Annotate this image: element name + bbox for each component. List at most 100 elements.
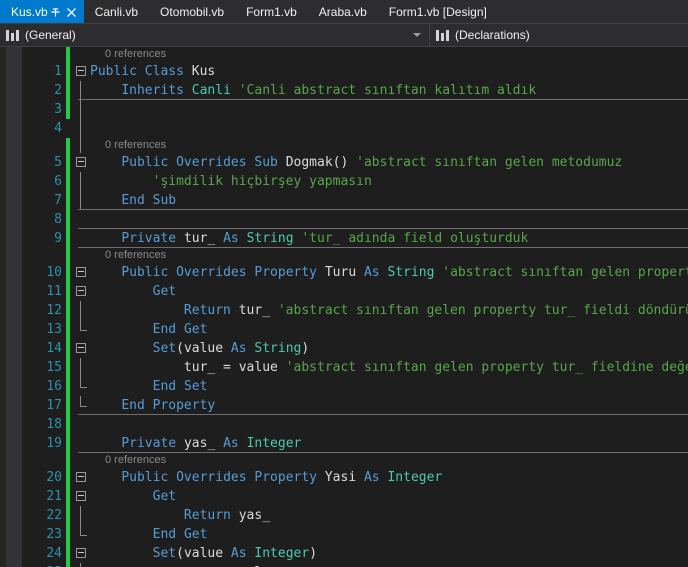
code-line[interactable]: 19 Private yas_ As Integer <box>0 434 688 453</box>
collapse-toggle-icon[interactable] <box>76 472 86 482</box>
editor-tab-form1-vb-design[interactable]: Form1.vb [Design] <box>378 0 498 24</box>
code-line[interactable]: 7 End Sub <box>0 191 688 210</box>
editor-tab-otomobil-vb[interactable]: Otomobil.vb <box>149 0 235 24</box>
code-line[interactable]: 9 Private tur_ As String 'tur_ adında fi… <box>0 229 688 248</box>
code-token: yas_ <box>183 436 216 451</box>
outlining-vertical-line <box>80 172 81 191</box>
close-icon[interactable] <box>64 0 80 24</box>
codelens-references-link[interactable]: 0 references <box>105 138 166 153</box>
code-line[interactable]: 21 Get <box>0 487 688 506</box>
codelens-row[interactable]: 0 references <box>0 248 688 263</box>
code-line[interactable]: 17 End Property <box>0 396 688 415</box>
code-line-text: End Sub <box>90 191 688 210</box>
collapse-toggle-icon[interactable] <box>76 548 86 558</box>
collapse-toggle-icon[interactable] <box>76 491 86 501</box>
editor-tab-kus-vb[interactable]: Kus.vb <box>0 0 84 24</box>
collapse-toggle-icon[interactable] <box>76 157 86 167</box>
code-line[interactable]: 12 Return tur_ 'abstract sınıftan gelen … <box>0 301 688 320</box>
code-line[interactable]: 14 Set(value As String) <box>0 339 688 358</box>
line-number: 7 <box>54 193 62 208</box>
code-token: 'abstract sınıftan gelen property tur_ f… <box>285 360 688 375</box>
class-type-dropdown[interactable]: (General) <box>0 24 430 46</box>
codelens-references-link[interactable]: 0 references <box>105 248 166 263</box>
outlining-vertical-line <box>80 119 81 138</box>
pin-icon[interactable] <box>48 0 64 24</box>
editor-tab-form1-vb[interactable]: Form1.vb <box>235 0 308 24</box>
code-token: Kus <box>191 64 216 79</box>
member-dropdown[interactable]: (Declarations) <box>430 24 688 46</box>
code-token: Overrides <box>176 470 247 485</box>
outlining-vertical-line <box>80 138 81 153</box>
collapse-toggle-icon[interactable] <box>76 66 86 76</box>
change-indicator-bar <box>66 544 70 563</box>
code-line[interactable]: 11 Get <box>0 282 688 301</box>
code-line[interactable]: 6 'şimdilik hiçbirşey yapmasın <box>0 172 688 191</box>
code-token: Inherits <box>121 83 184 98</box>
chevron-down-icon[interactable] <box>413 33 421 37</box>
code-line[interactable]: 23 End Get <box>0 525 688 544</box>
outlining-vertical-line <box>80 191 81 210</box>
code-line[interactable]: 13 End Get <box>0 320 688 339</box>
code-line[interactable]: 8 <box>0 210 688 229</box>
code-line[interactable]: 1 Public Class Kus <box>0 62 688 81</box>
codelens-row[interactable]: 0 references <box>0 47 688 62</box>
code-line[interactable]: 16 End Set <box>0 377 688 396</box>
code-line[interactable]: 18 <box>0 415 688 434</box>
outlining-vertical-line <box>80 563 81 567</box>
code-token: Sub <box>152 193 177 208</box>
code-surface[interactable]: 0 references 1 Public Class Kus 2 Inherits … <box>0 47 688 567</box>
code-token: Set <box>183 379 208 394</box>
code-line[interactable]: 20 Public Overrides Property Yasi As Int… <box>0 468 688 487</box>
editor-tab-canli-vb[interactable]: Canli.vb <box>84 0 149 24</box>
code-token: Integer <box>254 546 310 561</box>
code-line-text: End Set <box>90 377 688 396</box>
outlining-vertical-line <box>80 301 81 320</box>
codelens-row[interactable]: 0 references <box>0 138 688 153</box>
code-line[interactable]: 22 Return yas_ <box>0 506 688 525</box>
collapse-toggle-icon[interactable] <box>76 286 86 296</box>
code-line[interactable]: 2 Inherits Canli 'Canli abstract sınıfta… <box>0 81 688 100</box>
line-number: 9 <box>54 231 62 246</box>
line-number: 15 <box>46 360 62 375</box>
code-token: Get <box>183 527 208 542</box>
code-line[interactable]: 25 yas_ = value <box>0 563 688 567</box>
outlining-column <box>74 248 88 263</box>
outlining-column <box>74 377 88 396</box>
code-line[interactable]: 24 Set(value As Integer) <box>0 544 688 563</box>
collapse-toggle-icon[interactable] <box>76 343 86 353</box>
outlining-column <box>74 282 88 301</box>
code-token: Property <box>254 265 318 280</box>
code-token: Property <box>152 398 216 413</box>
change-indicator-bar <box>66 487 70 506</box>
codelens-row[interactable]: 0 references <box>0 453 688 468</box>
code-line[interactable]: 4 <box>0 119 688 138</box>
editor-tab-label: Form1.vb <box>246 5 297 19</box>
outlining-column <box>74 172 88 191</box>
code-line[interactable]: 3 <box>0 100 688 119</box>
code-token: 'Canli abstract sınıftan kalıtım aldık <box>238 83 537 98</box>
code-token: ( <box>176 546 184 561</box>
code-token: tur_ <box>183 360 216 375</box>
change-indicator-bar <box>66 320 70 339</box>
code-token: End <box>121 398 145 413</box>
editor-tab-label: Form1.vb [Design] <box>388 5 487 19</box>
codelens-references-link[interactable]: 0 references <box>105 453 166 468</box>
outlining-end-tick <box>80 329 87 331</box>
code-line[interactable]: 5 Public Overrides Sub Dogmak() 'abstrac… <box>0 153 688 172</box>
code-token: ) <box>301 341 310 356</box>
editor-tab-araba-vb[interactable]: Araba.vb <box>308 0 378 24</box>
code-line[interactable]: 10 Public Overrides Property Turu As Str… <box>0 263 688 282</box>
codelens-references-link[interactable]: 0 references <box>105 47 166 62</box>
code-editor[interactable]: 0 references 1 Public Class Kus 2 Inherits … <box>0 47 688 567</box>
collapse-toggle-icon[interactable] <box>76 267 86 277</box>
code-line[interactable]: 15 tur_ = value 'abstract sınıftan gelen… <box>0 358 688 377</box>
